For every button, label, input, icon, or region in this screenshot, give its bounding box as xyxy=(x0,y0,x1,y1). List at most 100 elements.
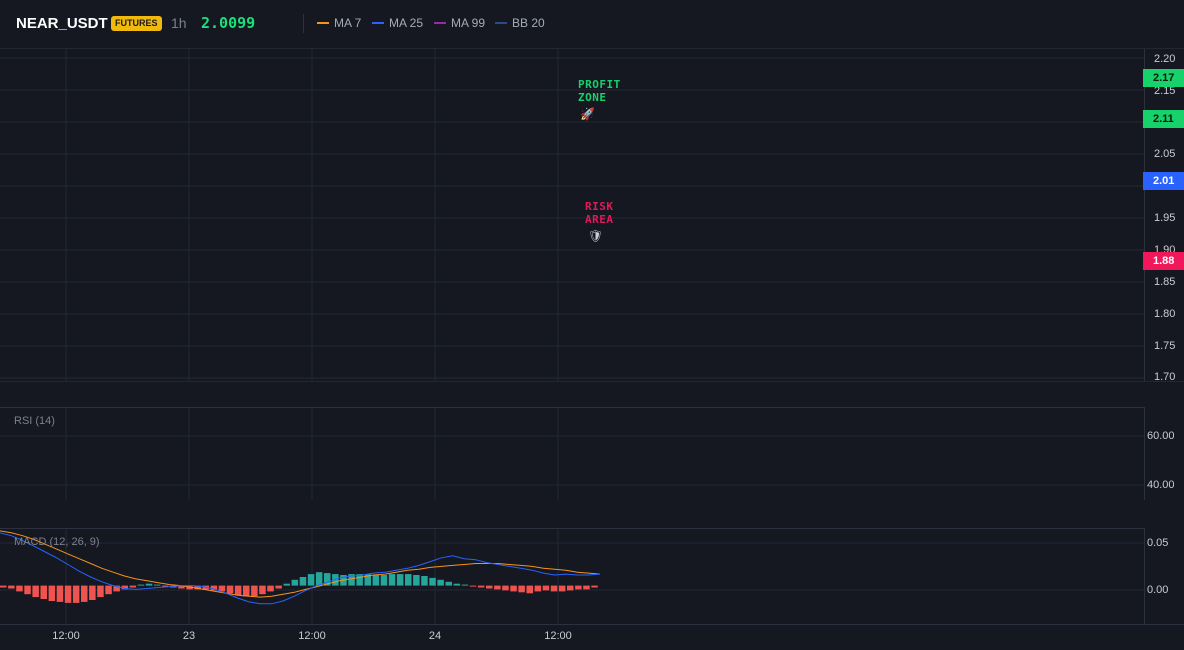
histogram-bar xyxy=(0,585,7,588)
histogram-bar xyxy=(396,574,404,586)
time-tick: 23 xyxy=(182,630,196,642)
macd-tick: 0.05 xyxy=(1147,537,1169,549)
histogram-bar xyxy=(413,575,420,586)
last-price: 2.0099 xyxy=(201,14,256,32)
histogram-bar xyxy=(429,577,436,586)
histogram-bar xyxy=(299,577,307,586)
histogram-bar xyxy=(64,585,72,603)
legend-ma25[interactable]: MA 25 xyxy=(372,16,423,30)
legend-ma7-label: MA 7 xyxy=(334,16,362,30)
histogram-bar xyxy=(510,585,517,592)
histogram-bar xyxy=(477,585,485,588)
panel-gap xyxy=(0,381,1184,408)
macd-tick: 0.00 xyxy=(1147,584,1169,596)
histogram-bar xyxy=(583,585,590,590)
symbol-name[interactable]: NEAR_USDT xyxy=(16,15,108,32)
price-tick: 1.75 xyxy=(1154,340,1176,352)
histogram-bar xyxy=(372,575,380,586)
bb20-swatch-icon xyxy=(495,21,507,24)
rsi-chart-area[interactable] xyxy=(0,407,1144,500)
rsi-tick: 40.00 xyxy=(1147,479,1175,491)
histogram-bar xyxy=(518,585,525,593)
histogram-bar xyxy=(453,583,461,586)
futures-badge: FUTURES xyxy=(111,16,162,31)
rsi-tick: 60.00 xyxy=(1147,430,1175,442)
legend-ma99-label: MA 99 xyxy=(451,16,486,30)
header-divider xyxy=(303,14,304,33)
histogram-bar xyxy=(469,585,477,587)
price-chart-area[interactable] xyxy=(0,49,1144,381)
macd-label: MACD (12, 26, 9) xyxy=(14,536,100,548)
legend-ma7[interactable]: MA 7 xyxy=(317,16,361,30)
histogram-bar xyxy=(275,585,282,589)
rsi-label: RSI (14) xyxy=(14,415,55,427)
histogram-bar xyxy=(486,585,493,589)
histogram-bar xyxy=(575,585,582,590)
histogram-bar xyxy=(89,585,96,600)
histogram-bar xyxy=(591,585,598,588)
risk-area-label: RISK AREA xyxy=(585,200,614,226)
panel-gap xyxy=(0,500,1184,528)
legend-bb20-label: BB 20 xyxy=(512,16,545,30)
profit-zone-label: PROFIT ZONE xyxy=(578,78,621,104)
histogram-bar xyxy=(461,584,469,586)
time-tick: 24 xyxy=(428,630,442,642)
histogram-bar xyxy=(437,579,444,586)
histogram-bar xyxy=(567,585,574,591)
histogram-bar xyxy=(105,585,112,595)
histogram-bar xyxy=(48,585,56,601)
histogram-bar xyxy=(445,581,452,586)
macd-grid xyxy=(0,528,1144,624)
histogram-bar xyxy=(542,585,550,591)
histogram-bar xyxy=(283,583,290,586)
histogram-bar xyxy=(267,585,274,592)
histogram-bar xyxy=(40,585,47,599)
chart-header: NEAR_USDT FUTURES 1h 2.0099 MA 7 MA 25 M… xyxy=(0,0,1184,49)
histogram-bar xyxy=(243,585,250,597)
shield-icon: 🛡 xyxy=(588,229,604,243)
price-tick: 2.20 xyxy=(1154,53,1176,65)
histogram-bar xyxy=(494,585,501,590)
histogram-bar xyxy=(24,585,31,595)
price-tick: 1.95 xyxy=(1154,212,1176,224)
price-tick: 1.80 xyxy=(1154,308,1176,320)
histogram-bar xyxy=(388,574,396,586)
legend-ma25-label: MA 25 xyxy=(389,16,424,30)
take-profit-2-marker: 2.17 xyxy=(1143,69,1184,87)
histogram-bar xyxy=(291,579,299,586)
price-tick: 2.05 xyxy=(1154,148,1176,160)
timeframe-selector[interactable]: 1h xyxy=(171,15,187,31)
histogram-bar xyxy=(129,585,137,588)
histogram-bar xyxy=(153,584,161,586)
time-tick: 12:00 xyxy=(544,630,572,642)
histogram-bar xyxy=(72,585,80,603)
histogram-bar xyxy=(81,585,88,602)
ma25-swatch-icon xyxy=(372,21,384,24)
histogram-bar xyxy=(558,585,566,592)
histogram-bar xyxy=(16,585,23,592)
histogram-bar xyxy=(226,585,234,594)
macd-chart-area[interactable] xyxy=(0,528,1144,624)
histogram-bar xyxy=(526,585,533,594)
legend-bb20[interactable]: BB 20 xyxy=(495,16,545,30)
legend-ma99[interactable]: MA 99 xyxy=(434,16,485,30)
ma7-swatch-icon xyxy=(317,21,329,24)
stop-loss-marker: 1.88 xyxy=(1143,252,1184,270)
histogram-bar xyxy=(259,585,266,595)
take-profit-1-marker: 2.11 xyxy=(1143,110,1184,128)
entry-price-marker: 2.01 xyxy=(1143,172,1184,190)
rocket-icon: 🚀 xyxy=(580,107,595,121)
histogram-bar xyxy=(502,585,509,591)
rsi-grid xyxy=(0,407,1144,500)
histogram-bar xyxy=(56,585,64,602)
histogram-bar xyxy=(307,574,315,586)
histogram-bar xyxy=(534,585,542,592)
histogram-bar xyxy=(32,585,39,598)
histogram-bar xyxy=(234,585,242,596)
histogram-bar xyxy=(137,584,145,586)
time-axis[interactable] xyxy=(0,624,1184,650)
time-tick: 12:00 xyxy=(52,630,80,642)
time-tick: 12:00 xyxy=(298,630,326,642)
price-grid xyxy=(0,49,1144,381)
histogram-bar xyxy=(251,585,258,597)
